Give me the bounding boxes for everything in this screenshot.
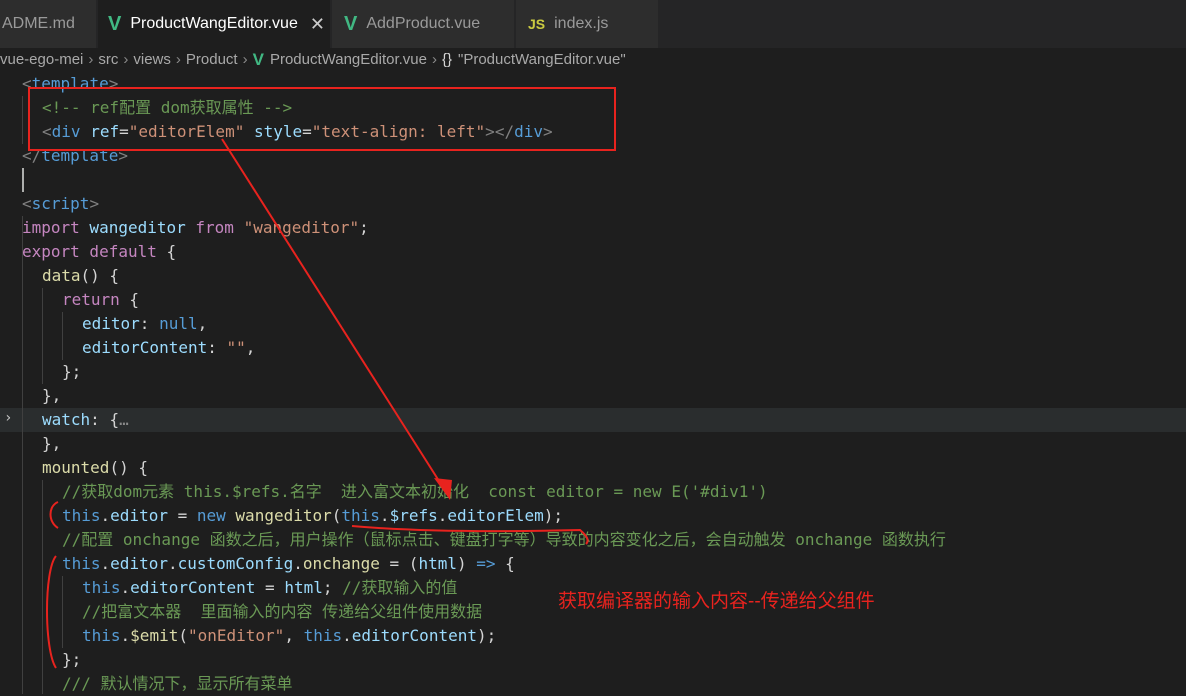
highlight-box [28, 87, 616, 151]
underline-mark [351, 525, 589, 545]
annotation-text: 获取编译器的输入内容--传递给父组件 [558, 591, 875, 612]
left-bracket-mark [46, 555, 57, 669]
annotation-arrow [221, 138, 447, 493]
left-bracket-mark [49, 501, 59, 529]
arrow-head [434, 478, 452, 500]
